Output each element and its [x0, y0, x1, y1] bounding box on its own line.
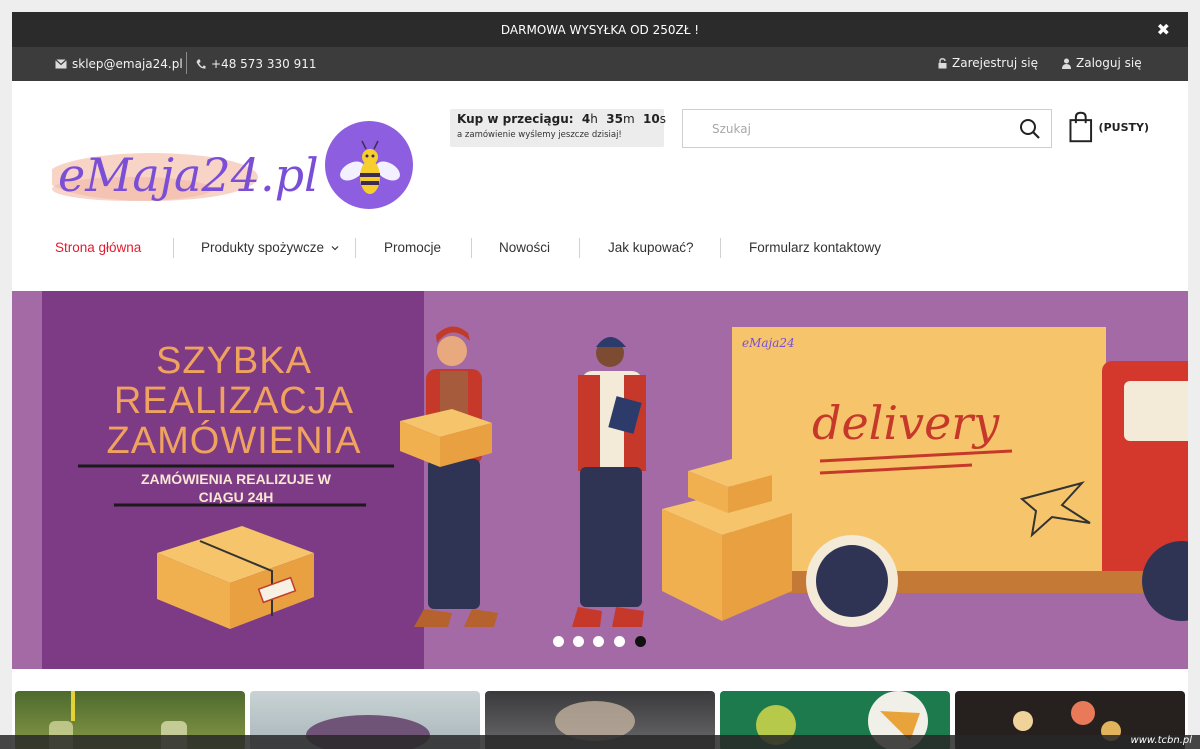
banner-sub-2: CIĄGU 24H — [199, 489, 274, 505]
countdown-box: Kup w przeciągu: 4h 35m 10s a zamówienie… — [450, 109, 666, 147]
countdown-note: a zamówienie wyślemy jeszcze dzisiaj! — [457, 130, 622, 140]
nav-food-products[interactable]: Produkty spożywcze — [201, 240, 339, 255]
logo-wordmark: eMaja24.pl — [58, 148, 319, 202]
nav-contact-form[interactable]: Formularz kontaktowy — [749, 240, 881, 255]
close-icon[interactable]: ✖ — [1157, 20, 1170, 39]
login-text: Zaloguj się — [1076, 56, 1142, 70]
nav-divider — [355, 238, 356, 258]
countdown-seconds-unit: s — [659, 112, 666, 126]
nav-divider — [579, 238, 580, 258]
slider-dot[interactable] — [553, 636, 564, 647]
nav-home[interactable]: Strona główna — [55, 240, 141, 255]
cart-button[interactable]: (PUSTY) — [1069, 110, 1149, 144]
slider-dot[interactable] — [593, 636, 604, 647]
countdown-hours-unit: h — [590, 112, 598, 126]
phone-icon — [196, 59, 206, 69]
slider-pagination — [553, 636, 653, 648]
courier-with-clipboard-illustration — [572, 337, 646, 627]
truck-brand: eMaja24 — [742, 336, 795, 350]
phone-link[interactable]: +48 573 330 911 — [196, 57, 316, 71]
screenshot-frame: DARMOWA WYSYŁKA OD 250ZŁ ! ✖ sklep@emaja… — [0, 0, 1200, 749]
nav-divider — [471, 238, 472, 258]
banner-headline-1: SZYBKA — [156, 340, 312, 382]
main-nav: Strona główna Produkty spożywcze Promocj… — [12, 234, 1188, 264]
nav-how-to-buy[interactable]: Jak kupować? — [608, 240, 694, 255]
search-icon[interactable] — [1019, 118, 1041, 140]
site-logo[interactable]: eMaja24.pl — [52, 119, 420, 219]
truck-text: delivery — [812, 396, 1000, 450]
free-shipping-text: DARMOWA WYSYŁKA OD 250ZŁ ! — [500, 22, 700, 37]
banner-headline-2: REALIZACJA — [114, 380, 354, 422]
search-box — [682, 109, 1052, 148]
countdown-minutes-unit: m — [622, 112, 635, 126]
watermark-strip: www.tcbn.pl — [0, 735, 1200, 749]
chevron-down-icon — [331, 246, 339, 251]
slider-dot[interactable] — [614, 636, 625, 647]
nav-divider — [720, 238, 721, 258]
page: DARMOWA WYSYŁKA OD 250ZŁ ! ✖ sklep@emaja… — [12, 12, 1188, 749]
hero-slide-image: SZYBKA REALIZACJA ZAMÓWIENIA ZAMÓWIENIA … — [12, 291, 1188, 669]
countdown-seconds: 10 — [643, 112, 660, 126]
user-icon — [1062, 58, 1071, 69]
topbar-divider — [186, 52, 187, 74]
nav-promotions[interactable]: Promocje — [384, 240, 441, 255]
register-text: Zarejestruj się — [952, 56, 1038, 70]
countdown-label: Kup w przeciągu: — [457, 112, 574, 126]
unlock-icon — [938, 57, 947, 68]
countdown-minutes: 35 — [606, 112, 623, 126]
countdown-line: Kup w przeciągu: 4h 35m 10s — [457, 112, 666, 126]
delivery-truck-illustration: eMaja24 delivery — [732, 327, 1188, 627]
top-bar: sklep@emaja24.pl +48 573 330 911 Zarejes… — [12, 47, 1188, 81]
email-text: sklep@emaja24.pl — [72, 57, 183, 71]
slider-dot[interactable] — [573, 636, 584, 647]
watermark-text: www.tcbn.pl — [1130, 735, 1192, 746]
nav-food-products-label: Produkty spożywcze — [201, 240, 325, 255]
envelope-icon — [55, 59, 67, 69]
shopping-bag-icon — [1069, 111, 1093, 143]
cart-status: (PUSTY) — [1098, 120, 1149, 134]
slider-dot-active[interactable] — [635, 636, 646, 647]
banner-sub-1: ZAMÓWIENIA REALIZUJE W — [141, 470, 332, 487]
email-link[interactable]: sklep@emaja24.pl — [55, 57, 183, 71]
register-link[interactable]: Zarejestruj się — [938, 56, 1038, 70]
nav-divider — [173, 238, 174, 258]
phone-text: +48 573 330 911 — [211, 57, 317, 71]
nav-new-products[interactable]: Nowości — [499, 240, 550, 255]
hero-slider[interactable]: SZYBKA REALIZACJA ZAMÓWIENIA ZAMÓWIENIA … — [12, 291, 1188, 669]
banner-headline-3: ZAMÓWIENIA — [107, 419, 362, 462]
search-input[interactable] — [684, 111, 1004, 146]
login-link[interactable]: Zaloguj się — [1062, 56, 1142, 70]
free-shipping-bar: DARMOWA WYSYŁKA OD 250ZŁ ! ✖ — [12, 12, 1188, 47]
